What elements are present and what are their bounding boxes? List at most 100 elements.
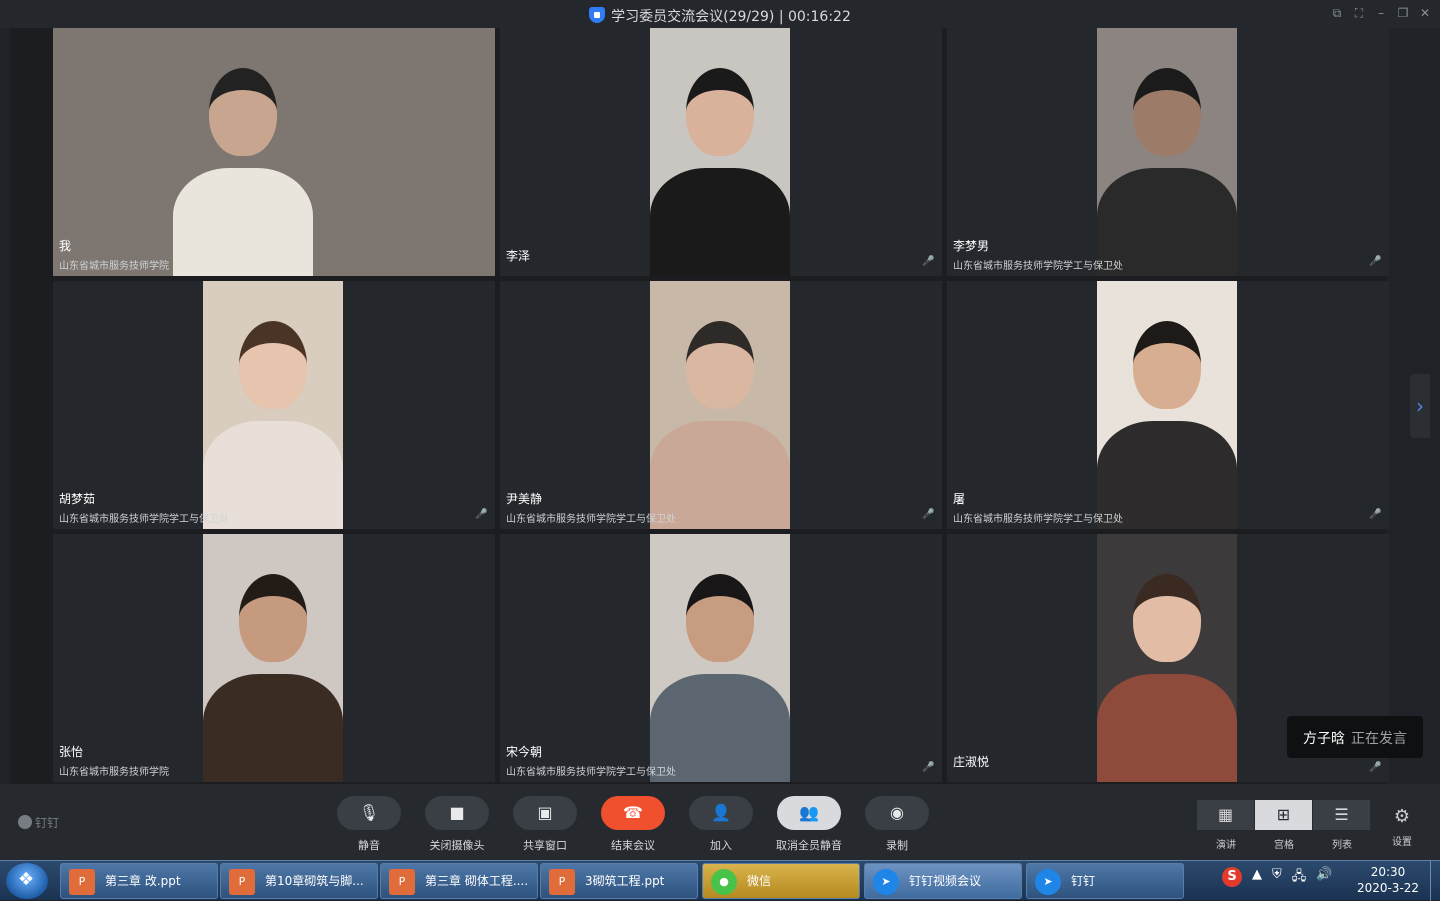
dingtalk-icon: ➤ <box>873 869 899 895</box>
grid-view-button[interactable]: ⊞ <box>1255 800 1312 830</box>
participant-head <box>239 574 307 662</box>
view-mode-labels: 演讲 宫格 列表 <box>1197 836 1371 851</box>
speaker-name: 方子晗 <box>1303 731 1345 747</box>
brand-label: 钉钉 <box>35 816 59 830</box>
participant-head <box>686 574 754 662</box>
clock-time: 20:30 <box>1352 864 1424 880</box>
participant-video <box>203 281 343 529</box>
meeting-title: 学习委员交流会议(29/29) | 00:16:22 <box>0 6 1440 26</box>
participant-body <box>203 674 343 782</box>
speaker-status: 正在发言 <box>1351 731 1407 747</box>
participant-tile[interactable]: 尹美静山东省城市服务技师学院学工与保卫处 🎤 <box>500 281 942 529</box>
next-page-chevron-icon[interactable]: › <box>1410 374 1430 438</box>
settings-button[interactable]: ⚙ 设置 <box>1388 806 1416 848</box>
list-view-button[interactable]: ☰ <box>1313 800 1370 830</box>
participant-name: 胡梦茹 <box>59 490 95 507</box>
grid-view-icon: ⊞ <box>1277 805 1290 824</box>
taskbar-item-label: 钉钉 <box>1071 874 1095 888</box>
taskbar-item[interactable]: ➤钉钉视频会议 <box>864 863 1022 899</box>
restore-button[interactable]: ❐ <box>1396 6 1410 20</box>
popout-icon[interactable]: ⧉ <box>1330 6 1344 20</box>
participant-tile[interactable]: 我山东省城市服务技师学院 <box>53 28 495 276</box>
minimize-button[interactable]: – <box>1374 6 1388 20</box>
record-button[interactable]: ◉ 录制 <box>859 796 935 853</box>
unmute-all-icon: 👥 <box>777 796 841 830</box>
taskbar-item[interactable]: P 第三章 改.ppt <box>60 863 218 899</box>
end-meeting-label: 结束会议 <box>595 837 671 853</box>
participant-name: 李梦男 <box>953 237 989 254</box>
taskbar-item-label: 第三章 砌体工程.... <box>425 874 528 888</box>
meeting-title-text: 学习委员交流会议(29/29) | 00:16:22 <box>611 9 851 25</box>
speaker-view-button[interactable]: ▦ <box>1197 800 1254 830</box>
taskbar-item[interactable]: ➤ 钉钉 <box>1026 863 1184 899</box>
clock-date: 2020-3-22 <box>1352 880 1424 896</box>
taskbar-item[interactable]: P 第10章砌筑与脚... <box>220 863 378 899</box>
taskbar-item-label: 第三章 改.ppt <box>105 874 181 888</box>
fullscreen-icon[interactable]: ⛶ <box>1352 6 1366 20</box>
taskbar-item[interactable]: P3砌筑工程.ppt <box>540 863 698 899</box>
participant-head <box>686 321 754 409</box>
security-shield-icon[interactable]: ⛨ <box>1272 867 1282 889</box>
add-label: 加入 <box>683 837 759 853</box>
window-controls: ⧉ ⛶ – ❐ ✕ <box>1330 6 1432 20</box>
mute-button[interactable]: 🎙 静音 <box>331 796 407 853</box>
start-button[interactable] <box>6 863 48 899</box>
participant-tile[interactable]: 张怡山东省城市服务技师学院 <box>53 534 495 782</box>
video-grid: 我山东省城市服务技师学院李泽🎤李梦男山东省城市服务技师学院学工与保卫处🎤胡梦茹山… <box>53 28 1387 784</box>
list-view-icon: ☰ <box>1334 805 1348 824</box>
dingtalk-icon: ➤ <box>1035 869 1061 895</box>
participant-tile[interactable]: 宋今朝山东省城市服务技师学院学工与保卫处🎤 <box>500 534 942 782</box>
network-icon[interactable]: 🖧 <box>1292 867 1307 889</box>
muted-microphone-icon: 🎤 <box>922 762 932 774</box>
taskbar-clock[interactable]: 20:30 2020-3-22 <box>1352 864 1424 896</box>
add-user-icon: 👤 <box>689 796 753 830</box>
end-meeting-button[interactable]: ☎ 结束会议 <box>595 796 671 853</box>
share-icon: ▣ <box>513 796 577 830</box>
participant-video <box>1097 534 1237 782</box>
video-stage: 我山东省城市服务技师学院李泽🎤李梦男山东省城市服务技师学院学工与保卫处🎤胡梦茹山… <box>10 28 1386 784</box>
participant-organization: 山东省城市服务技师学院学工与保卫处 <box>506 510 676 525</box>
taskbar-item[interactable]: ●微信 <box>702 863 860 899</box>
grid-view-label: 宫格 <box>1255 836 1313 851</box>
muted-microphone-icon: 🎤 <box>922 509 932 521</box>
camera-off-button[interactable]: ■ 关闭摄像头 <box>419 796 495 853</box>
mute-label: 静音 <box>331 837 407 853</box>
participant-tile[interactable]: 胡梦茹山东省城市服务技师学院学工与保卫处🎤 <box>53 281 495 529</box>
powerpoint-icon: P <box>69 869 95 895</box>
meeting-toolbar: 钉钉 🎙 静音 ■ 关闭摄像头 ▣ 共享窗口 ☎ 结束会议 👤 加入 👥 取消全… <box>0 784 1440 860</box>
participant-video <box>650 281 790 529</box>
speaker-view-label: 演讲 <box>1197 836 1255 851</box>
taskbar-item-label: 微信 <box>747 874 771 888</box>
participant-video <box>1097 28 1237 276</box>
list-view-label: 列表 <box>1313 836 1371 851</box>
microphone-icon: 🎙 <box>337 796 401 830</box>
share-window-button[interactable]: ▣ 共享窗口 <box>507 796 583 853</box>
powerpoint-icon: P <box>229 869 255 895</box>
sogou-input-icon[interactable]: S <box>1222 867 1242 887</box>
add-participant-button[interactable]: 👤 加入 <box>683 796 759 853</box>
participant-video <box>203 534 343 782</box>
taskbar-item[interactable]: P第三章 砌体工程.... <box>380 863 538 899</box>
participant-tile[interactable]: 李梦男山东省城市服务技师学院学工与保卫处🎤 <box>947 28 1389 276</box>
show-desktop-button[interactable] <box>1430 861 1440 901</box>
volume-icon[interactable]: 🔊 <box>1316 867 1332 889</box>
taskbar-item-label: 第10章砌筑与脚... <box>265 874 364 888</box>
tray-expand-icon[interactable]: ▲ <box>1252 867 1262 889</box>
participant-head <box>686 68 754 156</box>
participant-head <box>209 68 277 156</box>
camera-off-label: 关闭摄像头 <box>419 837 495 853</box>
participant-head <box>1133 321 1201 409</box>
unmute-all-label: 取消全员静音 <box>771 837 847 853</box>
participant-name: 尹美静 <box>506 490 542 507</box>
close-button[interactable]: ✕ <box>1418 6 1432 20</box>
muted-microphone-icon: 🎤 <box>475 509 485 521</box>
shield-icon <box>589 7 605 23</box>
speaking-indicator: 方子晗正在发言 <box>1287 716 1423 758</box>
participant-name: 庄淑悦 <box>953 753 989 770</box>
participant-video <box>650 28 790 276</box>
participant-tile[interactable]: 屠山东省城市服务技师学院学工与保卫处🎤 <box>947 281 1389 529</box>
unmute-all-button[interactable]: 👥 取消全员静音 <box>771 796 847 853</box>
participant-head <box>1133 68 1201 156</box>
taskbar-item-label: 3砌筑工程.ppt <box>585 874 664 888</box>
participant-tile[interactable]: 李泽🎤 <box>500 28 942 276</box>
